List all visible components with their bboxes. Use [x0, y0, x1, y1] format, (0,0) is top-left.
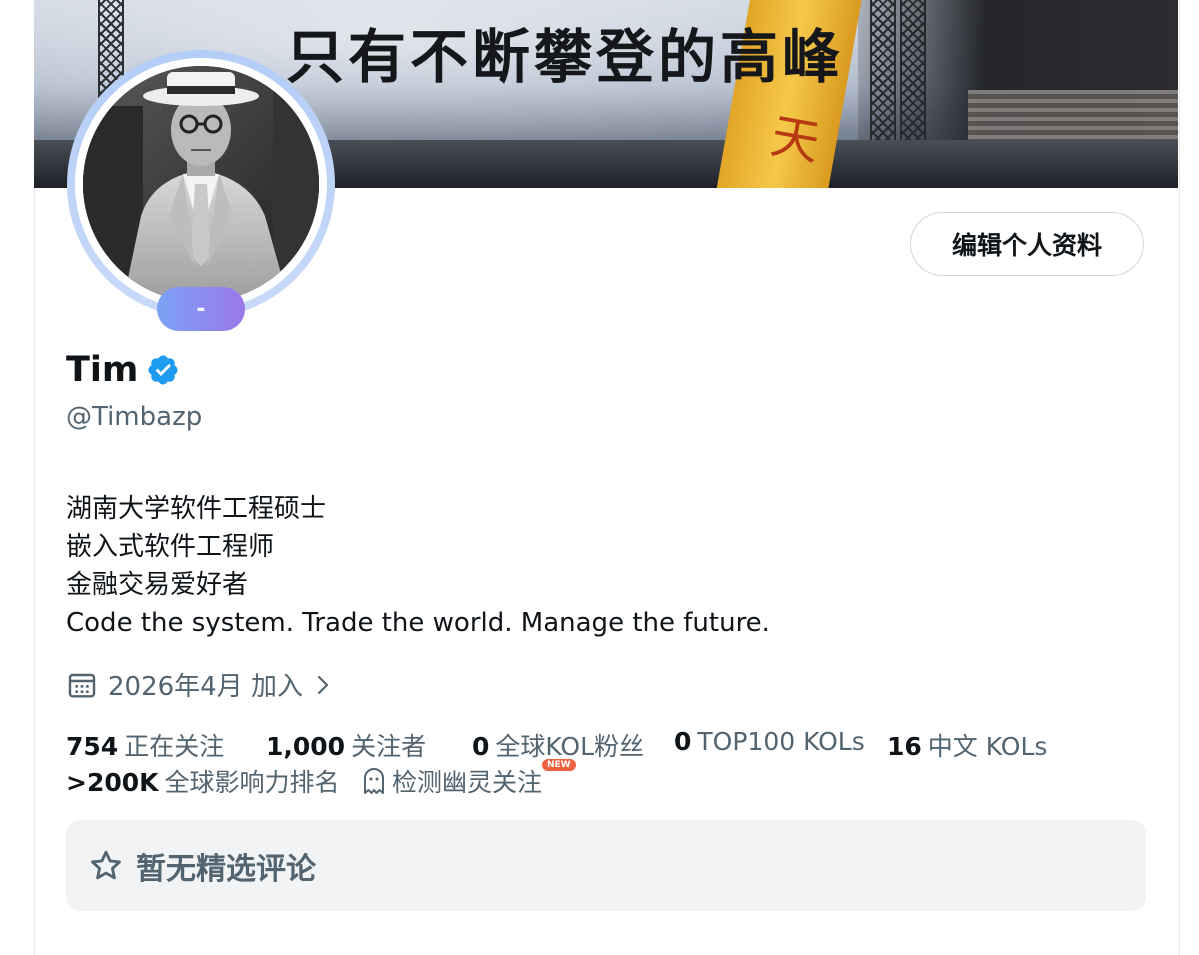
stat-value: 0 — [674, 727, 692, 756]
bio-line: 金融交易爱好者 — [66, 570, 249, 600]
stat-label: TOP100 KOLs — [697, 727, 865, 756]
star-icon — [91, 850, 121, 879]
stat-value: 1,000 — [266, 732, 346, 761]
joined-date[interactable]: 2026年4月 加入 — [66, 666, 335, 703]
chevron-right-icon — [317, 675, 329, 694]
stat-following[interactable]: 754 正在关注 — [66, 727, 224, 763]
display-name-row: Tim — [66, 350, 180, 390]
stat-chinese-kols[interactable]: 16 中文 KOLs — [887, 727, 1047, 763]
joined-text: 2026年4月 加入 — [108, 672, 303, 702]
ghost-follow-label: 检测幽灵关注 — [392, 768, 543, 797]
verified-icon[interactable] — [146, 353, 180, 387]
avatar[interactable] — [83, 66, 319, 302]
avatar-badge[interactable]: - — [157, 287, 245, 331]
stat-influence-rank[interactable]: >200K 全球影响力排名 — [66, 763, 340, 799]
calendar-icon — [68, 673, 96, 698]
stat-kol-fans[interactable]: 0 全球KOL粉丝 — [472, 727, 644, 763]
stat-value: 16 — [887, 732, 922, 761]
edit-profile-button[interactable]: 编辑个人资料 — [910, 212, 1144, 276]
handle: @Timbazp — [66, 402, 203, 432]
new-badge: NEW — [542, 759, 576, 771]
featured-empty-text: 暂无精选评论 — [136, 851, 316, 887]
bio: 湖南大学软件工程硕士 嵌入式软件工程师 金融交易爱好者 Code the sys… — [66, 490, 770, 642]
stat-value: >200K — [66, 768, 159, 797]
bio-line: 湖南大学软件工程硕士 — [66, 494, 327, 524]
bio-line: 嵌入式软件工程师 — [66, 532, 275, 562]
stat-value: 754 — [66, 732, 119, 761]
stat-label: 正在关注 — [124, 732, 225, 761]
ghost-follow-check-link[interactable]: 检测幽灵关注 NEW — [362, 759, 576, 799]
bio-line: Code the system. Trade the world. Manage… — [66, 608, 770, 638]
banner-slogan: 只有不断攀登的高峰 — [286, 23, 845, 91]
avatar-photo — [83, 66, 319, 302]
stat-label: 中文 KOLs — [927, 732, 1048, 761]
featured-comments-box: 暂无精选评论 — [66, 820, 1146, 911]
stat-followers[interactable]: 1,000 关注者 — [266, 727, 426, 763]
stat-label: 全球KOL粉丝 — [495, 732, 645, 761]
display-name: Tim — [66, 350, 139, 390]
stat-label: 关注者 — [351, 732, 427, 761]
stat-label: 全球影响力排名 — [164, 768, 340, 797]
ghost-icon — [364, 768, 384, 794]
stat-top100-kols[interactable]: 0 TOP100 KOLs — [674, 727, 865, 756]
stat-value: 0 — [472, 732, 490, 761]
